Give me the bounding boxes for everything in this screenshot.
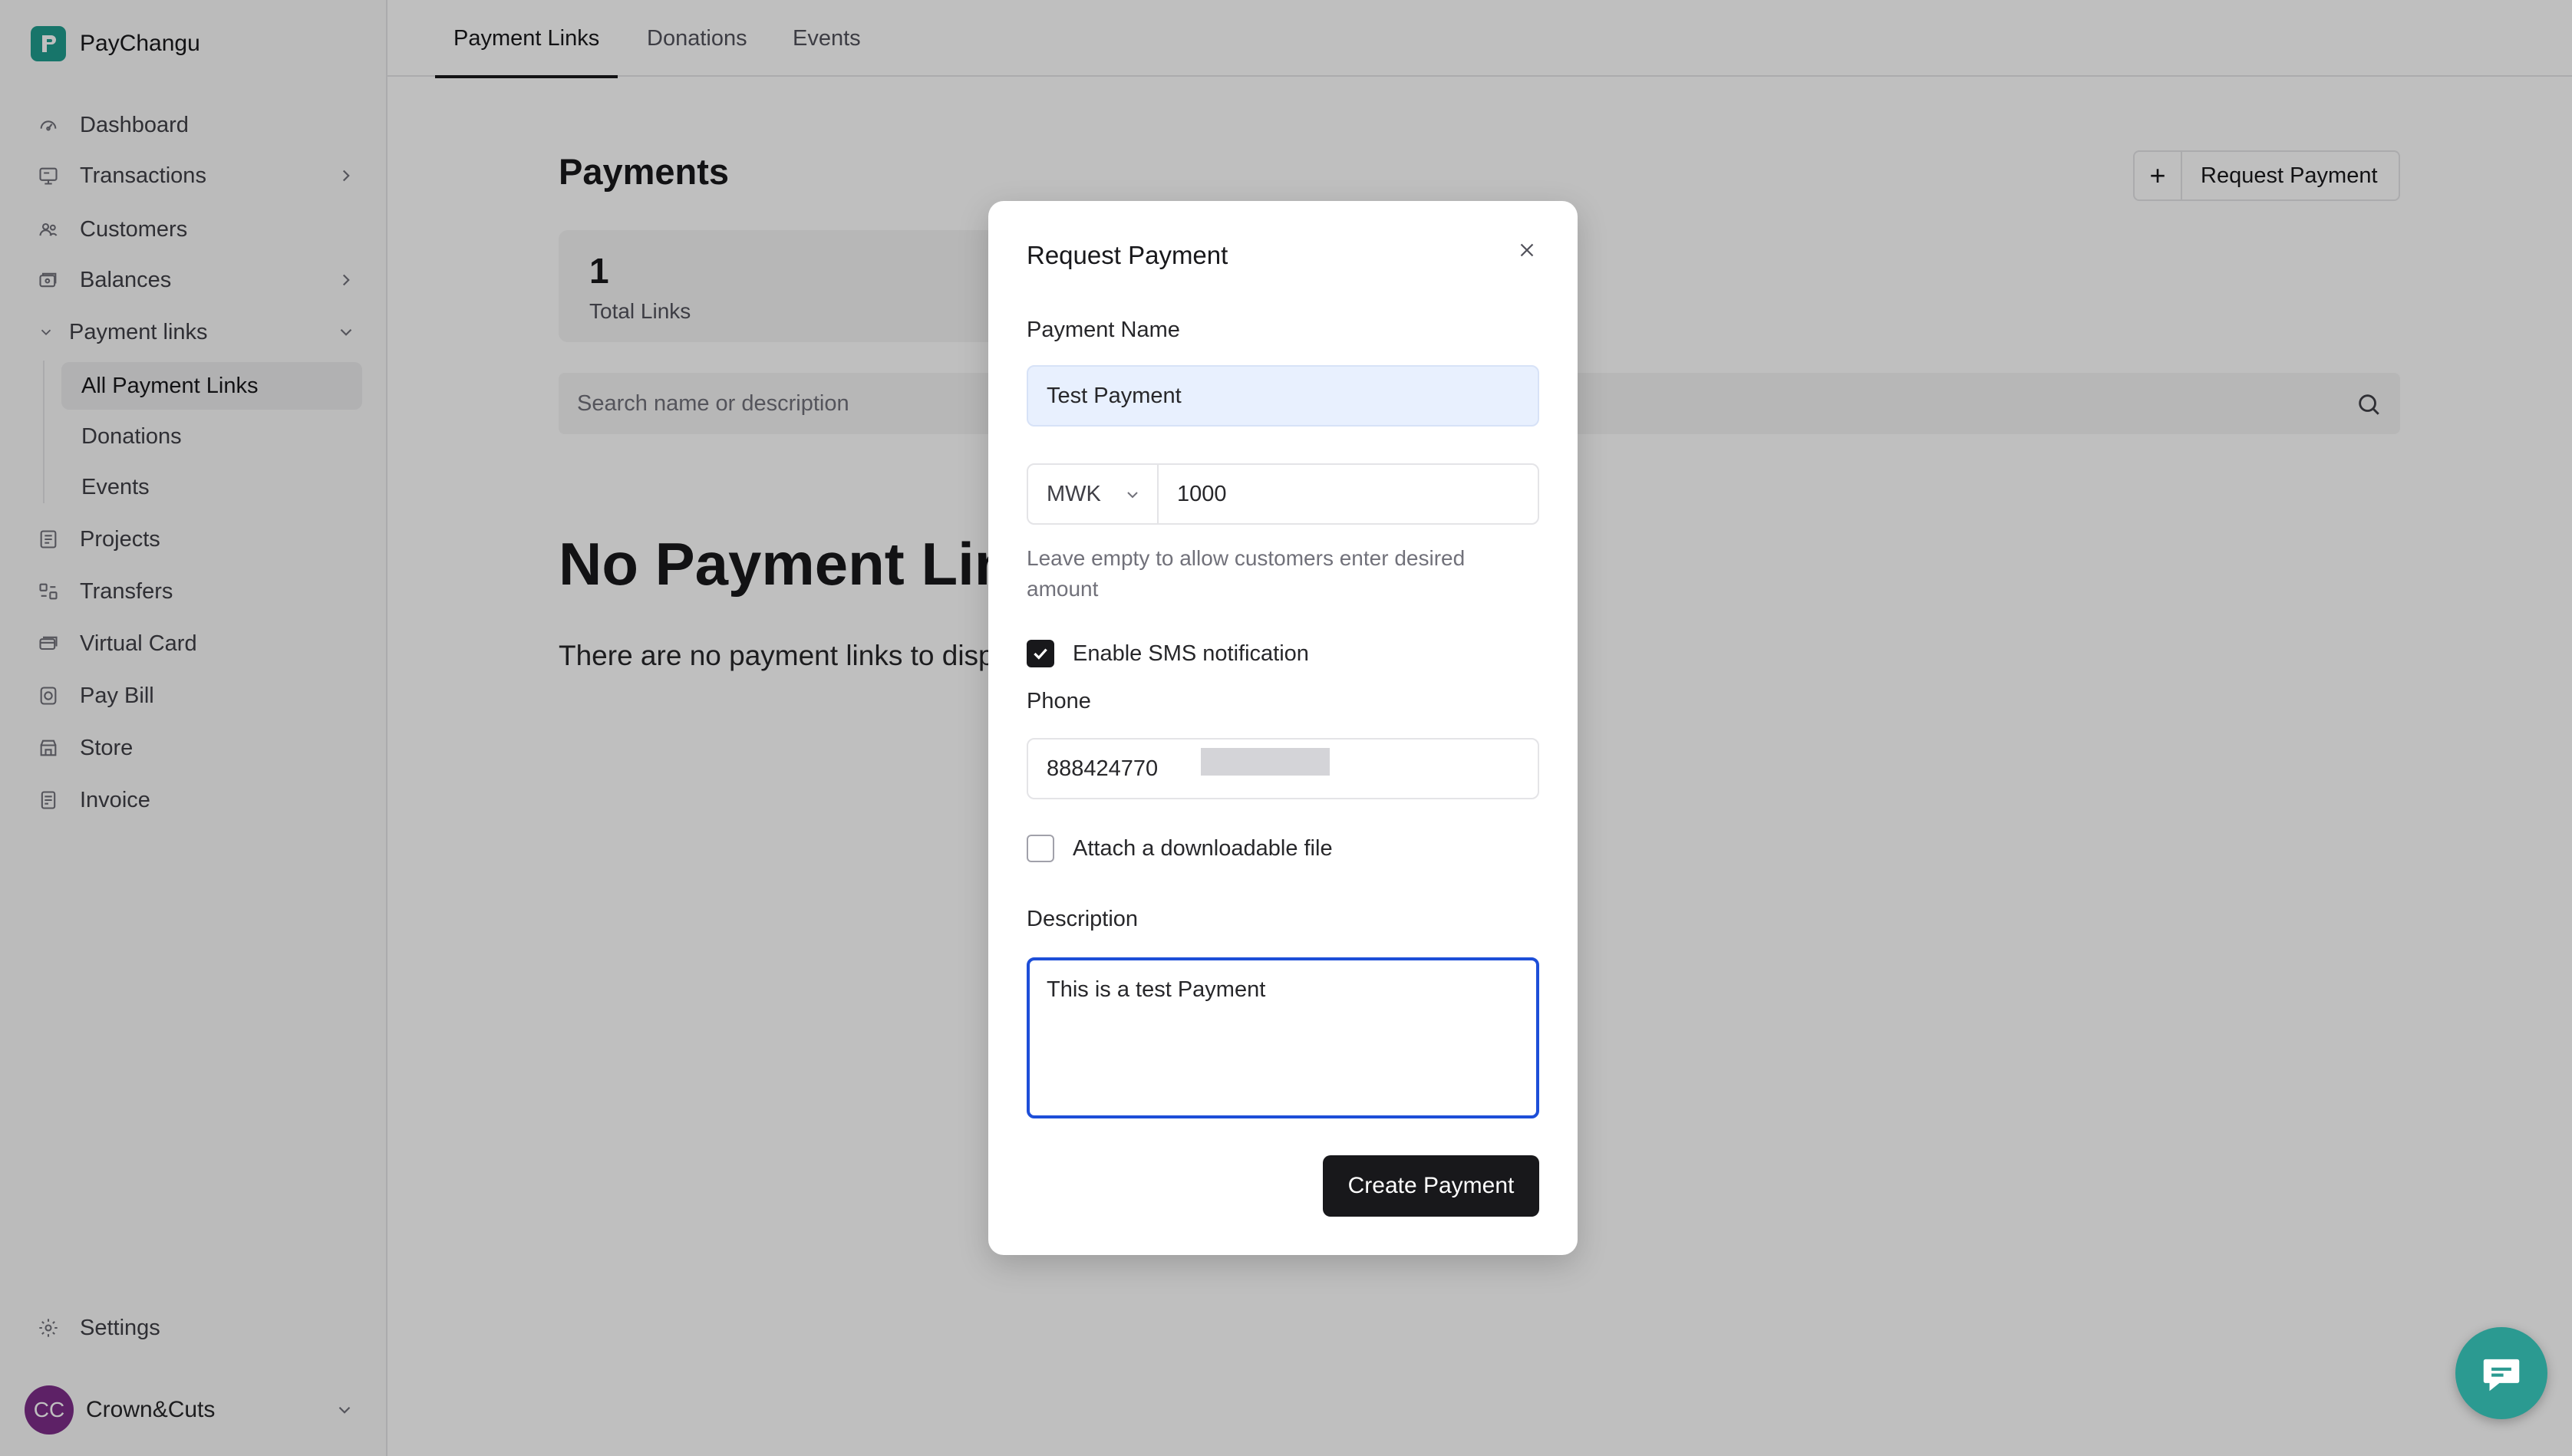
attach-file-checkbox[interactable]: [1027, 835, 1054, 862]
chevron-down-icon: [1127, 492, 1138, 499]
chat-icon: [2483, 1359, 2520, 1392]
description-textarea[interactable]: This is a test Payment: [1027, 957, 1539, 1118]
redacted-block: [1201, 748, 1330, 776]
amount-input[interactable]: 1000: [1159, 465, 1538, 523]
attach-file-label: Attach a downloadable file: [1073, 835, 1333, 861]
currency-select[interactable]: MWK: [1028, 465, 1159, 523]
phone-label: Phone: [1027, 689, 1091, 713]
currency-value: MWK: [1047, 481, 1101, 506]
attach-file-row[interactable]: Attach a downloadable file: [1027, 835, 1333, 862]
request-payment-modal: Request Payment Payment Name Test Paymen…: [988, 201, 1578, 1255]
payment-name-input[interactable]: Test Payment: [1027, 365, 1539, 427]
sms-notification-row[interactable]: Enable SMS notification: [1027, 640, 1309, 667]
payment-name-label: Payment Name: [1027, 318, 1180, 342]
chat-widget-button[interactable]: [2455, 1327, 2547, 1419]
sms-label: Enable SMS notification: [1073, 641, 1309, 666]
modal-title: Request Payment: [1027, 241, 1228, 269]
close-icon[interactable]: [1512, 235, 1542, 265]
amount-row: MWK 1000: [1027, 463, 1539, 525]
create-payment-button[interactable]: Create Payment: [1323, 1155, 1539, 1217]
amount-hint: Leave empty to allow customers enter des…: [1027, 546, 1466, 601]
sms-checkbox[interactable]: [1027, 640, 1054, 667]
description-label: Description: [1027, 907, 1139, 931]
